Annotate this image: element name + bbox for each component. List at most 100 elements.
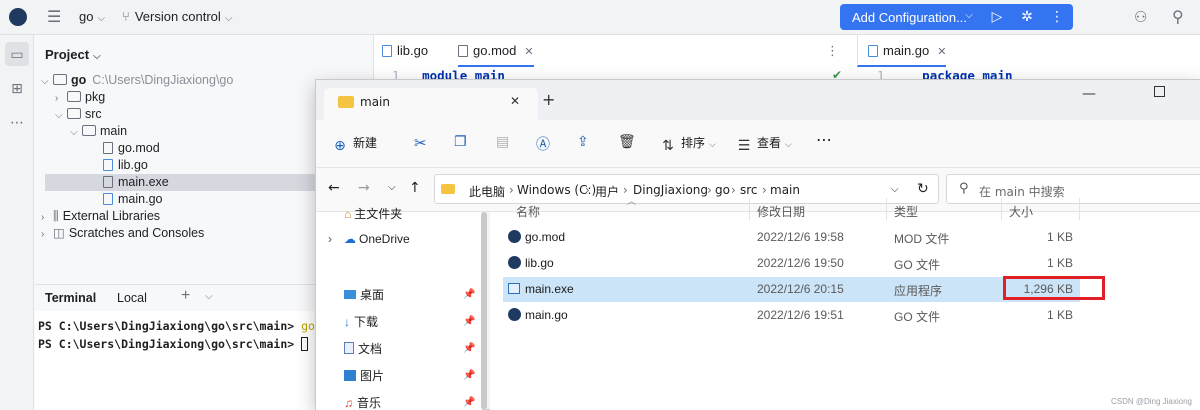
- application-icon: [508, 283, 520, 294]
- column-header-type[interactable]: 类型: [894, 203, 918, 220]
- view-button[interactable]: ☰ 查看 ⌵: [736, 134, 792, 154]
- search-icon[interactable]: ⚲: [1172, 7, 1184, 27]
- new-button[interactable]: ⊕ 新建: [332, 134, 377, 154]
- paste-icon[interactable]: ▤: [496, 134, 509, 150]
- tree-item-lib-go[interactable]: lib.go: [103, 157, 148, 174]
- file-row-main-go[interactable]: main.go 2022/12/6 19:51 GO 文件 1 KB: [503, 303, 1080, 328]
- chevron-down-icon[interactable]: ⌵: [205, 291, 213, 302]
- forward-arrow-icon[interactable]: →: [358, 180, 370, 196]
- crumb-users[interactable]: 用户: [595, 183, 619, 200]
- file-row-lib-go[interactable]: lib.go 2022/12/6 19:50 GO 文件 1 KB: [503, 251, 1080, 276]
- add-configuration-button[interactable]: Add Configuration...: [852, 10, 967, 25]
- crumb-src[interactable]: src: [740, 183, 758, 197]
- pin-icon[interactable]: 📌: [463, 316, 475, 327]
- tab-go-mod[interactable]: go.mod ✕: [458, 35, 534, 67]
- close-icon[interactable]: ✕: [524, 46, 533, 58]
- nav-item-home[interactable]: ⌂ 主文件夹: [344, 205, 402, 222]
- terminal-title[interactable]: Terminal: [45, 291, 96, 305]
- search-box[interactable]: ⚲ 在 main 中搜索: [946, 174, 1200, 204]
- delete-icon[interactable]: 🗑: [618, 134, 636, 150]
- sort-button[interactable]: ⇅ 排序 ⌵: [660, 134, 716, 154]
- nav-item-music[interactable]: ♫ 音乐: [344, 394, 381, 410]
- search-icon: ⚲: [959, 181, 969, 196]
- project-panel-title[interactable]: Project ⌵: [45, 47, 101, 62]
- project-selector[interactable]: go ⌵: [79, 9, 105, 24]
- chevron-down-icon[interactable]: ⌵: [388, 182, 396, 193]
- close-icon[interactable]: ✕: [937, 46, 946, 58]
- terminal-line-2[interactable]: PS C:\Users\DingJiaxiong\go\src\main>: [38, 337, 309, 351]
- crumb-user[interactable]: DingJiaxiong: [633, 183, 708, 197]
- chevron-down-icon[interactable]: ⌵: [891, 184, 899, 195]
- terminal-panel: Terminal Local + ⌵ PS C:\Users\DingJiaxi…: [35, 284, 315, 410]
- pin-icon[interactable]: 📌: [463, 289, 475, 300]
- hamburger-menu-icon[interactable]: ☰: [47, 7, 61, 27]
- back-arrow-icon[interactable]: ←: [328, 180, 340, 196]
- pin-icon[interactable]: 📌: [463, 343, 475, 354]
- new-tab-icon[interactable]: +: [181, 287, 190, 305]
- pin-icon[interactable]: 📌: [463, 397, 475, 408]
- pin-icon[interactable]: 📌: [463, 370, 475, 381]
- more-horizontal-icon[interactable]: ⋯: [5, 110, 29, 134]
- tree-item-main-exe[interactable]: main.exe: [103, 174, 169, 191]
- tab-lib-go[interactable]: lib.go: [382, 35, 428, 67]
- column-header-size[interactable]: 大小: [1009, 203, 1033, 220]
- column-divider[interactable]: [1001, 198, 1002, 220]
- search-input[interactable]: 在 main 中搜索: [979, 183, 1065, 200]
- crumb-this-pc[interactable]: 此电脑: [469, 183, 505, 200]
- chevron-right-icon[interactable]: ›: [328, 232, 332, 246]
- column-divider[interactable]: [749, 198, 750, 220]
- tree-item-pkg[interactable]: › pkg: [55, 89, 105, 106]
- new-tab-icon[interactable]: +: [542, 90, 555, 109]
- folder-icon: [53, 74, 67, 85]
- run-icon[interactable]: ▷: [986, 8, 1008, 26]
- tree-item-scratches[interactable]: › ◫ Scratches and Consoles: [41, 225, 204, 242]
- add-user-icon[interactable]: ⚇: [1134, 8, 1147, 26]
- explorer-command-bar: ⊕ 新建 ✂ ❐ ▤ Ⓐ ⇪ 🗑 ⇅ 排序 ⌵ ☰ 查看 ⌵ ⋯: [316, 120, 1200, 168]
- close-icon[interactable]: ✕: [510, 94, 520, 108]
- tree-item-go-root[interactable]: ⌵ go C:\Users\DingJiaxiong\go: [41, 72, 233, 89]
- nav-item-documents[interactable]: 文档: [344, 340, 382, 357]
- crumb-go[interactable]: go: [715, 183, 730, 197]
- debug-icon[interactable]: ✲: [1016, 8, 1038, 26]
- nav-item-desktop[interactable]: 桌面: [344, 286, 384, 303]
- home-icon: ⌂: [344, 207, 352, 221]
- tree-item-main-go[interactable]: main.go: [103, 191, 162, 208]
- file-row-go-mod[interactable]: go.mod 2022/12/6 19:58 MOD 文件 1 KB: [503, 225, 1080, 250]
- nav-item-pictures[interactable]: 图片: [344, 367, 384, 384]
- column-divider[interactable]: [886, 198, 887, 220]
- minimize-icon[interactable]: —: [1082, 86, 1096, 102]
- tree-item-src[interactable]: ⌵ src: [55, 106, 102, 123]
- address-path-box[interactable]: 此电脑 › Windows (C:) › 用户 › DingJiaxiong ›…: [434, 174, 939, 204]
- structure-icon[interactable]: ⊞: [5, 76, 29, 100]
- more-vertical-icon[interactable]: ⋮: [826, 43, 839, 59]
- copy-icon[interactable]: ❐: [454, 134, 467, 150]
- nav-scrollbar[interactable]: [481, 212, 487, 410]
- cut-icon[interactable]: ✂: [414, 134, 427, 152]
- chevron-down-icon[interactable]: ⌵: [958, 10, 980, 28]
- tree-item-main-folder[interactable]: ⌵ main: [70, 123, 127, 140]
- nav-item-downloads[interactable]: ↓ 下载: [344, 313, 378, 330]
- tree-item-go-mod[interactable]: go.mod: [103, 140, 160, 157]
- vcs-selector[interactable]: ⑂ Version control ⌵: [122, 9, 232, 24]
- tab-main-go[interactable]: main.go ✕: [857, 35, 947, 67]
- column-divider[interactable]: [1079, 198, 1080, 220]
- tree-item-external-libraries[interactable]: › ⫼ External Libraries: [41, 208, 160, 225]
- project-folder-icon[interactable]: ▭: [5, 42, 29, 66]
- download-icon: ↓: [344, 315, 350, 329]
- more-vertical-icon[interactable]: ⋮: [1046, 8, 1068, 26]
- text-cursor: [301, 337, 309, 351]
- more-horizontal-icon[interactable]: ⋯: [816, 130, 832, 149]
- column-header-name[interactable]: 名称: [516, 203, 540, 220]
- terminal-tab-local[interactable]: Local: [117, 291, 147, 305]
- column-header-date[interactable]: 修改日期: [757, 203, 805, 220]
- nav-item-onedrive[interactable]: ☁ OneDrive: [344, 232, 410, 246]
- up-arrow-icon[interactable]: ↑: [409, 180, 421, 196]
- explorer-tab-bar: main ✕ + —: [316, 80, 1200, 120]
- crumb-main[interactable]: main: [770, 183, 800, 197]
- refresh-icon[interactable]: ↻: [917, 181, 929, 197]
- share-icon[interactable]: ⇪: [577, 134, 589, 150]
- maximize-icon[interactable]: [1154, 86, 1165, 97]
- file-row-main-exe[interactable]: main.exe 2022/12/6 20:15 应用程序 1,296 KB: [503, 277, 1080, 302]
- explorer-tab-main[interactable]: main ✕: [324, 88, 538, 120]
- rename-icon[interactable]: Ⓐ: [536, 134, 550, 154]
